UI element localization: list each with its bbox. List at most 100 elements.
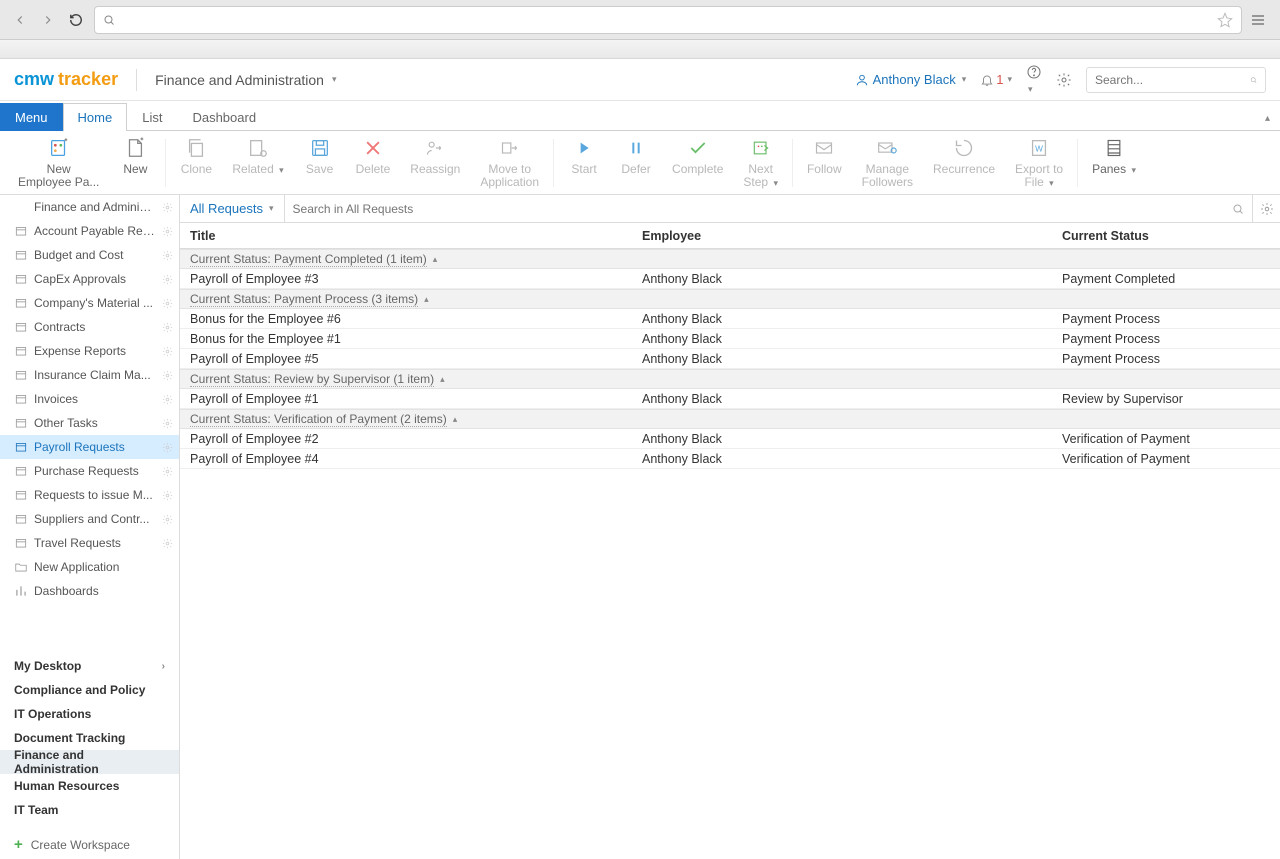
workspace-item[interactable]: Finance and Administration xyxy=(0,750,179,774)
tab-dashboard[interactable]: Dashboard xyxy=(177,103,271,131)
global-search[interactable] xyxy=(1086,67,1266,93)
sidebar-item[interactable]: Travel Requests xyxy=(0,531,179,555)
workspace-item[interactable]: Compliance and Policy xyxy=(0,678,179,702)
group-header-label: Current Status: Payment Process (3 items… xyxy=(190,292,418,307)
sidebar-item[interactable]: Purchase Requests xyxy=(0,459,179,483)
group-header[interactable]: Current Status: Payment Completed (1 ite… xyxy=(180,249,1280,269)
group-header[interactable]: Current Status: Payment Process (3 items… xyxy=(180,289,1280,309)
app-logo: cmw tracker xyxy=(14,69,118,90)
workspace-item[interactable]: Document Tracking xyxy=(0,726,179,750)
table-row[interactable]: Payroll of Employee #2Anthony BlackVerif… xyxy=(180,429,1280,449)
ribbon-new-emp[interactable]: NewEmployee Pa... xyxy=(8,135,109,189)
ribbon-separator xyxy=(1077,139,1078,187)
gear-icon[interactable] xyxy=(162,298,173,309)
gear-icon[interactable] xyxy=(162,442,173,453)
browser-back-icon[interactable] xyxy=(10,10,30,30)
help-button[interactable]: ▾ xyxy=(1026,64,1042,95)
gear-icon[interactable] xyxy=(162,226,173,237)
sidebar-item[interactable]: Other Tasks xyxy=(0,411,179,435)
sidebar-item-label: Payroll Requests xyxy=(34,440,156,454)
col-header-status[interactable]: Current Status xyxy=(1062,229,1268,243)
create-workspace-button[interactable]: + Create Workspace xyxy=(0,830,179,859)
tab-list[interactable]: List xyxy=(127,103,177,131)
sidebar-item[interactable]: Requests to issue M... xyxy=(0,483,179,507)
workspace-item[interactable]: My Desktop› xyxy=(0,654,179,678)
address-bar[interactable] xyxy=(94,6,1242,34)
ribbon-collapse-icon[interactable]: ▴ xyxy=(1265,113,1270,130)
col-header-employee[interactable]: Employee xyxy=(642,229,1062,243)
tab-home[interactable]: Home xyxy=(63,103,128,131)
sidebar-item[interactable]: Invoices xyxy=(0,387,179,411)
gear-icon[interactable] xyxy=(162,202,173,213)
ribbon-label: Recurrence xyxy=(933,163,995,176)
settings-button[interactable] xyxy=(1056,72,1072,88)
sidebar-item[interactable]: CapEx Approvals xyxy=(0,267,179,291)
sidebar-item[interactable]: Insurance Claim Ma... xyxy=(0,363,179,387)
sidebar-item[interactable]: Company's Material ... xyxy=(0,291,179,315)
help-icon xyxy=(1026,64,1042,80)
gear-icon[interactable] xyxy=(162,466,173,477)
view-search[interactable] xyxy=(284,195,1252,222)
ribbon-separator xyxy=(165,139,166,187)
gear-icon[interactable] xyxy=(162,514,173,525)
tab-menu[interactable]: Menu xyxy=(0,103,63,131)
browser-subbar xyxy=(0,40,1280,59)
view-settings-button[interactable] xyxy=(1252,195,1280,222)
sidebar-item[interactable]: Budget and Cost xyxy=(0,243,179,267)
ribbon-start: Start xyxy=(558,135,610,176)
workspace-list: My Desktop›Compliance and PolicyIT Opera… xyxy=(0,646,179,830)
gear-icon[interactable] xyxy=(162,346,173,357)
col-header-title[interactable]: Title xyxy=(180,229,642,243)
sidebar-item[interactable]: New Application xyxy=(0,555,179,579)
browser-menu-icon[interactable] xyxy=(1250,12,1270,28)
table-row[interactable]: Bonus for the Employee #6Anthony BlackPa… xyxy=(180,309,1280,329)
workspace-item[interactable]: IT Operations xyxy=(0,702,179,726)
gear-icon[interactable] xyxy=(162,538,173,549)
chevron-down-icon: ▾ xyxy=(269,203,274,214)
gear-icon[interactable] xyxy=(162,370,173,381)
follow-icon xyxy=(812,135,836,161)
browser-reload-icon[interactable] xyxy=(66,10,86,30)
sidebar-item[interactable]: Expense Reports xyxy=(0,339,179,363)
chevron-right-icon: › xyxy=(162,661,165,672)
ribbon-new[interactable]: New xyxy=(109,135,161,176)
user-chip[interactable]: Anthony Black ▾ xyxy=(855,72,967,87)
view-name: All Requests xyxy=(190,201,263,216)
group-header[interactable]: Current Status: Review by Supervisor (1 … xyxy=(180,369,1280,389)
browser-forward-icon[interactable] xyxy=(38,10,58,30)
table-row[interactable]: Payroll of Employee #1Anthony BlackRevie… xyxy=(180,389,1280,409)
plus-icon: + xyxy=(14,836,23,853)
breadcrumb[interactable]: Finance and Administration ▾ xyxy=(155,72,336,88)
ribbon-panes[interactable]: Panes ▾ xyxy=(1082,135,1146,176)
table-row[interactable]: Payroll of Employee #3Anthony BlackPayme… xyxy=(180,269,1280,289)
gear-icon[interactable] xyxy=(162,418,173,429)
sidebar-item[interactable]: Account Payable Req... xyxy=(0,219,179,243)
view-selector[interactable]: All Requests ▾ xyxy=(180,195,284,222)
gear-icon[interactable] xyxy=(162,490,173,501)
gear-icon[interactable] xyxy=(162,274,173,285)
gear-icon[interactable] xyxy=(162,394,173,405)
table-row[interactable]: Payroll of Employee #4Anthony BlackVerif… xyxy=(180,449,1280,469)
sidebar-item[interactable]: Contracts xyxy=(0,315,179,339)
notifications-button[interactable]: 1 ▾ xyxy=(980,72,1012,87)
sidebar-item[interactable]: Payroll Requests xyxy=(0,435,179,459)
table-row[interactable]: Bonus for the Employee #1Anthony BlackPa… xyxy=(180,329,1280,349)
ribbon-label: NewEmployee Pa... xyxy=(18,163,99,189)
gear-icon[interactable] xyxy=(162,322,173,333)
sidebar-item[interactable]: Finance and Administrati... xyxy=(0,195,179,219)
ribbon-label: Panes ▾ xyxy=(1092,163,1136,176)
export-icon: W xyxy=(1028,135,1050,161)
logo-cmw: cmw xyxy=(14,69,54,90)
gear-icon[interactable] xyxy=(162,250,173,261)
group-header-label: Current Status: Payment Completed (1 ite… xyxy=(190,252,427,267)
star-icon[interactable] xyxy=(1217,12,1233,28)
table-row[interactable]: Payroll of Employee #5Anthony BlackPayme… xyxy=(180,349,1280,369)
cell-status: Payment Process xyxy=(1062,332,1268,346)
workspace-item[interactable]: IT Team xyxy=(0,798,179,822)
workspace-item[interactable]: Human Resources xyxy=(0,774,179,798)
sidebar-item[interactable]: Suppliers and Contr... xyxy=(0,507,179,531)
sidebar-item[interactable]: Dashboards xyxy=(0,579,179,603)
view-search-input[interactable] xyxy=(293,202,1232,216)
global-search-input[interactable] xyxy=(1095,73,1250,87)
group-header[interactable]: Current Status: Verification of Payment … xyxy=(180,409,1280,429)
